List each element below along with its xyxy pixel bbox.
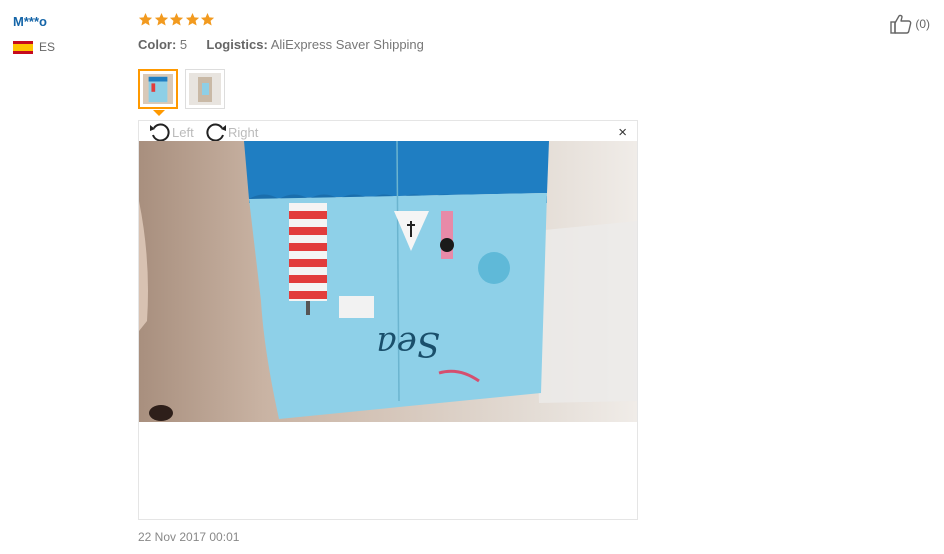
star-icon	[154, 12, 168, 26]
review-photo: Sea	[139, 141, 637, 422]
thumbnail-2[interactable]	[185, 69, 225, 109]
star-rating	[138, 12, 216, 27]
rotate-left-button[interactable]: Left	[149, 122, 194, 142]
logistics-label: Logistics:	[206, 37, 268, 52]
thumbnail-image	[189, 73, 221, 105]
star-icon	[138, 12, 153, 26]
logistics-value: AliExpress Saver Shipping	[270, 37, 424, 52]
spain-flag-icon	[13, 40, 33, 54]
star-icon	[185, 12, 199, 26]
image-viewer: Left Right × Sea	[138, 120, 638, 520]
active-thumbnail-pointer	[153, 110, 165, 116]
photo-print-text: Sea	[376, 324, 440, 364]
rotate-left-label: Left	[172, 124, 194, 140]
country-code: ES	[39, 40, 56, 54]
close-viewer-button[interactable]: ×	[618, 124, 627, 141]
thumbs-up-icon	[890, 14, 912, 34]
order-attributes: Color: 5 Logistics: AliExpress Saver Shi…	[138, 37, 424, 52]
rotate-right-label: Right	[228, 124, 259, 140]
helpful-button[interactable]: (0)	[890, 14, 930, 34]
image-thumbnails	[138, 69, 232, 109]
rotate-right-button[interactable]: Right	[205, 122, 258, 142]
star-icon	[169, 12, 184, 26]
rotate-left-icon	[150, 123, 170, 142]
review-date: 22 Nov 2017 00:01	[138, 530, 240, 544]
helpful-count: (0)	[915, 17, 930, 31]
thumbnail-image	[143, 74, 173, 104]
reviewer-name: M***o	[13, 14, 47, 29]
color-value: 5	[179, 37, 188, 52]
reviewer-country: ES	[13, 40, 55, 54]
thumbnail-1[interactable]	[138, 69, 178, 109]
rotate-right-icon	[206, 123, 226, 142]
color-label: Color:	[138, 37, 177, 52]
star-icon	[200, 12, 215, 26]
